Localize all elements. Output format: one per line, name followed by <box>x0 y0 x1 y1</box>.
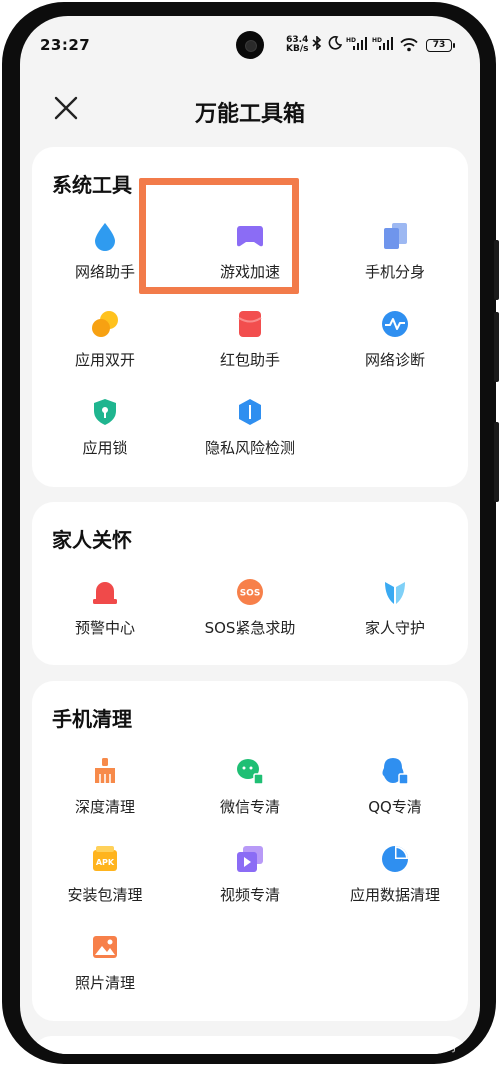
tool-dual-phone[interactable]: 手机分身 <box>322 221 468 301</box>
apk-icon: APK <box>93 846 117 871</box>
page-title: 万能工具箱 <box>194 102 305 127</box>
tool-label: 网络助手 <box>74 263 135 281</box>
tool-label: 应用数据清理 <box>349 886 440 904</box>
wifi-icon <box>400 38 418 52</box>
dual-phone-icon <box>384 223 407 249</box>
battery-icon: 73 <box>426 39 455 52</box>
section-phone-cleanup: 手机清理 深度清理 微信专清 QQ专清 APK 安装包清理 视频专清 应用数据清… <box>32 681 468 1021</box>
tool-label: 游戏加速 <box>219 263 280 281</box>
tool-label: QQ专清 <box>368 798 422 816</box>
tool-network-assistant[interactable]: 网络助手 <box>32 221 178 301</box>
sos-icon: SOS <box>237 579 263 605</box>
watermark: @娃娃数码 <box>396 1040 457 1054</box>
tool-privacy-check[interactable]: 隐私风险检测 <box>177 397 323 477</box>
tool-label: 应用双开 <box>74 351 135 369</box>
network-speed-unit: KB/s <box>286 44 309 54</box>
tool-alert-center[interactable]: 预警中心 <box>32 577 178 657</box>
tool-label: 深度清理 <box>74 798 135 816</box>
tool-wechat-clean[interactable]: 微信专清 <box>177 756 323 836</box>
volume-button <box>494 312 499 382</box>
volume-button <box>494 240 499 300</box>
tool-label: 手机分身 <box>364 263 425 281</box>
tool-label: 安装包清理 <box>67 886 143 904</box>
water-drop-icon <box>95 223 115 251</box>
section-title: 系统工具 <box>52 173 132 197</box>
tool-family-guard[interactable]: 家人守护 <box>322 577 468 657</box>
power-button <box>494 422 499 502</box>
broom-icon <box>95 758 115 783</box>
video-icon <box>237 846 263 872</box>
guard-icon <box>385 582 405 604</box>
tool-label: 微信专清 <box>219 798 280 816</box>
tool-apk-clean[interactable]: APK 安装包清理 <box>32 844 178 924</box>
page-header: 万能工具箱 <box>20 76 480 146</box>
bluetooth-icon <box>312 36 322 50</box>
section-family-care: 家人关怀 预警中心 SOS SOS紧急求助 家人守护 <box>32 502 468 665</box>
tool-label: 网络诊断 <box>364 351 425 369</box>
privacy-hexagon-icon <box>239 399 261 425</box>
tool-app-data-clean[interactable]: 应用数据清理 <box>322 844 468 924</box>
screen: 23:27 63.4 KB/s HD HD 73 万能工具箱 系统工具 网络助手… <box>20 16 480 1054</box>
tool-sos[interactable]: SOS SOS紧急求助 <box>177 577 323 657</box>
tool-label: 红包助手 <box>219 351 280 369</box>
tool-label: 照片清理 <box>74 974 135 992</box>
signal-hd-icon: HD <box>346 37 367 50</box>
dual-app-icon <box>92 311 118 337</box>
pulse-icon <box>382 311 408 337</box>
status-time: 23:27 <box>40 36 91 54</box>
tool-red-packet[interactable]: 红包助手 <box>177 309 323 389</box>
signal-hd-icon: HD <box>372 37 393 50</box>
sos-icon-text: SOS <box>240 589 261 599</box>
moon-icon <box>328 36 342 50</box>
tool-deep-clean[interactable]: 深度清理 <box>32 756 178 836</box>
tool-label: SOS紧急求助 <box>204 619 296 637</box>
tool-label: 家人守护 <box>364 619 425 637</box>
front-camera <box>236 31 264 59</box>
tool-network-diagnosis[interactable]: 网络诊断 <box>322 309 468 389</box>
network-speed: 63.4 KB/s <box>286 36 308 54</box>
section-title: 手机清理 <box>52 707 132 731</box>
alarm-icon <box>93 582 117 604</box>
tool-label: 预警中心 <box>74 619 135 637</box>
red-packet-icon <box>238 311 262 337</box>
section-title: 家人关怀 <box>52 528 132 552</box>
pie-chart-icon <box>382 846 408 872</box>
tool-photo-clean[interactable]: 照片清理 <box>32 932 178 1012</box>
tool-label: 应用锁 <box>82 439 128 457</box>
gamepad-icon <box>237 226 263 247</box>
tool-qq-clean[interactable]: QQ专清 <box>322 756 468 836</box>
tool-dual-app[interactable]: 应用双开 <box>32 309 178 389</box>
shield-lock-icon <box>94 399 116 425</box>
section-system-tools: 系统工具 网络助手 游戏加速 手机分身 应用双开 红包助手 网络诊断 应用锁 隐… <box>32 147 468 487</box>
phone-frame: 23:27 63.4 KB/s HD HD 73 万能工具箱 系统工具 网络助手… <box>2 2 499 1064</box>
tool-game-boost[interactable]: 游戏加速 <box>177 221 323 301</box>
wechat-clean-icon <box>237 759 264 785</box>
svg-text:HD: HD <box>346 37 356 44</box>
status-bar: 23:27 63.4 KB/s HD HD 73 <box>20 16 480 76</box>
svg-text:HD: HD <box>372 37 382 44</box>
tool-label: 隐私风险检测 <box>204 439 295 457</box>
apk-icon-text: APK <box>96 858 115 867</box>
qq-clean-icon <box>382 758 409 785</box>
photo-icon <box>93 936 117 958</box>
tool-video-clean[interactable]: 视频专清 <box>177 844 323 924</box>
tool-app-lock[interactable]: 应用锁 <box>32 397 178 477</box>
tool-label: 视频专清 <box>219 886 280 904</box>
